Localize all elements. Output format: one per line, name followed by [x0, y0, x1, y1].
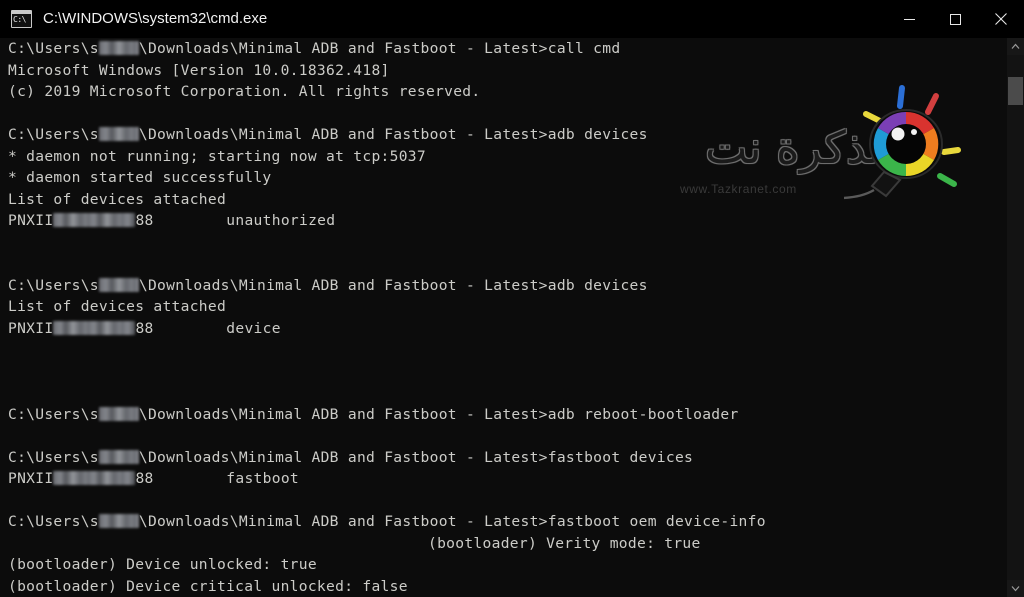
- window-title: C:\WINDOWS\system32\cmd.exe: [43, 10, 268, 27]
- close-button[interactable]: [978, 0, 1024, 38]
- redacted-username: [98, 406, 139, 421]
- redacted-username: [98, 277, 139, 292]
- console-output-line: List of devices attached: [8, 298, 227, 315]
- console-output-line: (bootloader) Device critical unlocked: f…: [8, 577, 408, 595]
- maximize-icon: [949, 13, 961, 25]
- cmd-icon: C:\: [11, 10, 32, 28]
- redacted-device-serial: [53, 471, 136, 485]
- minimize-icon: [903, 18, 915, 20]
- vertical-scrollbar[interactable]: [1007, 38, 1024, 597]
- cmd-icon-glyph: C:\: [13, 15, 26, 24]
- scroll-up-arrow[interactable]: [1007, 38, 1024, 55]
- console-output-line: (bootloader) Device unlocked: true: [8, 556, 317, 573]
- minimize-button[interactable]: [886, 0, 932, 38]
- console-output-line: List of devices attached: [8, 190, 227, 208]
- console-output-area[interactable]: تذكرة نت www.Tazkranet.com C:\Users\s \D…: [0, 38, 1024, 597]
- scrollbar-track[interactable]: [1007, 55, 1024, 580]
- console-text: C:\Users\s \Downloads\Minimal ADB and Fas…: [8, 38, 998, 597]
- redacted-device-serial: [53, 320, 136, 335]
- chevron-down-icon: [1011, 586, 1020, 592]
- redacted-username: [98, 41, 139, 55]
- console-prompt-line: C:\Users\s \Downloads\Minimal ADB and Fas…: [8, 126, 648, 143]
- console-prompt-line: C:\Users\s \Downloads\Minimal ADB and Fas…: [8, 513, 766, 530]
- redacted-username: [98, 514, 139, 528]
- window-controls: [886, 0, 1024, 38]
- console-output-line: * daemon started successfully: [8, 169, 272, 186]
- console-prompt-line: C:\Users\s \Downloads\Minimal ADB and Fas…: [8, 405, 739, 423]
- redacted-device-serial: [53, 213, 136, 227]
- redacted-username: [98, 449, 139, 464]
- console-output-line: Microsoft Windows [Version 10.0.18362.41…: [8, 61, 390, 79]
- device-serial-line: PNXII 88 unauthorized: [8, 212, 336, 229]
- title-bar-left: C:\ C:\WINDOWS\system32\cmd.exe: [0, 10, 886, 28]
- console-output-line: (bootloader) Verity mode: true: [428, 534, 701, 552]
- console-output-line: (c) 2019 Microsoft Corporation. All righ…: [8, 83, 481, 100]
- scrollbar-thumb[interactable]: [1008, 77, 1023, 105]
- maximize-button[interactable]: [932, 0, 978, 38]
- close-icon: [995, 13, 1007, 25]
- title-bar[interactable]: C:\ C:\WINDOWS\system32\cmd.exe: [0, 0, 1024, 38]
- cmd-window: C:\ C:\WINDOWS\system32\cmd.exe تذكرة نت…: [0, 0, 1024, 597]
- console-prompt-line: C:\Users\s \Downloads\Minimal ADB and Fas…: [8, 448, 694, 466]
- redacted-username: [98, 127, 139, 141]
- console-output-line: * daemon not running; starting now at tc…: [8, 147, 426, 165]
- chevron-up-icon: [1011, 43, 1020, 49]
- scroll-down-arrow[interactable]: [1007, 580, 1024, 597]
- console-prompt-line: C:\Users\s \Downloads\Minimal ADB and Fas…: [8, 276, 648, 294]
- device-serial-line: PNXII 88 fastboot: [8, 470, 299, 487]
- device-serial-line: PNXII 88 device: [8, 319, 281, 337]
- console-prompt-line: C:\Users\s \Downloads\Minimal ADB and Fas…: [8, 40, 621, 57]
